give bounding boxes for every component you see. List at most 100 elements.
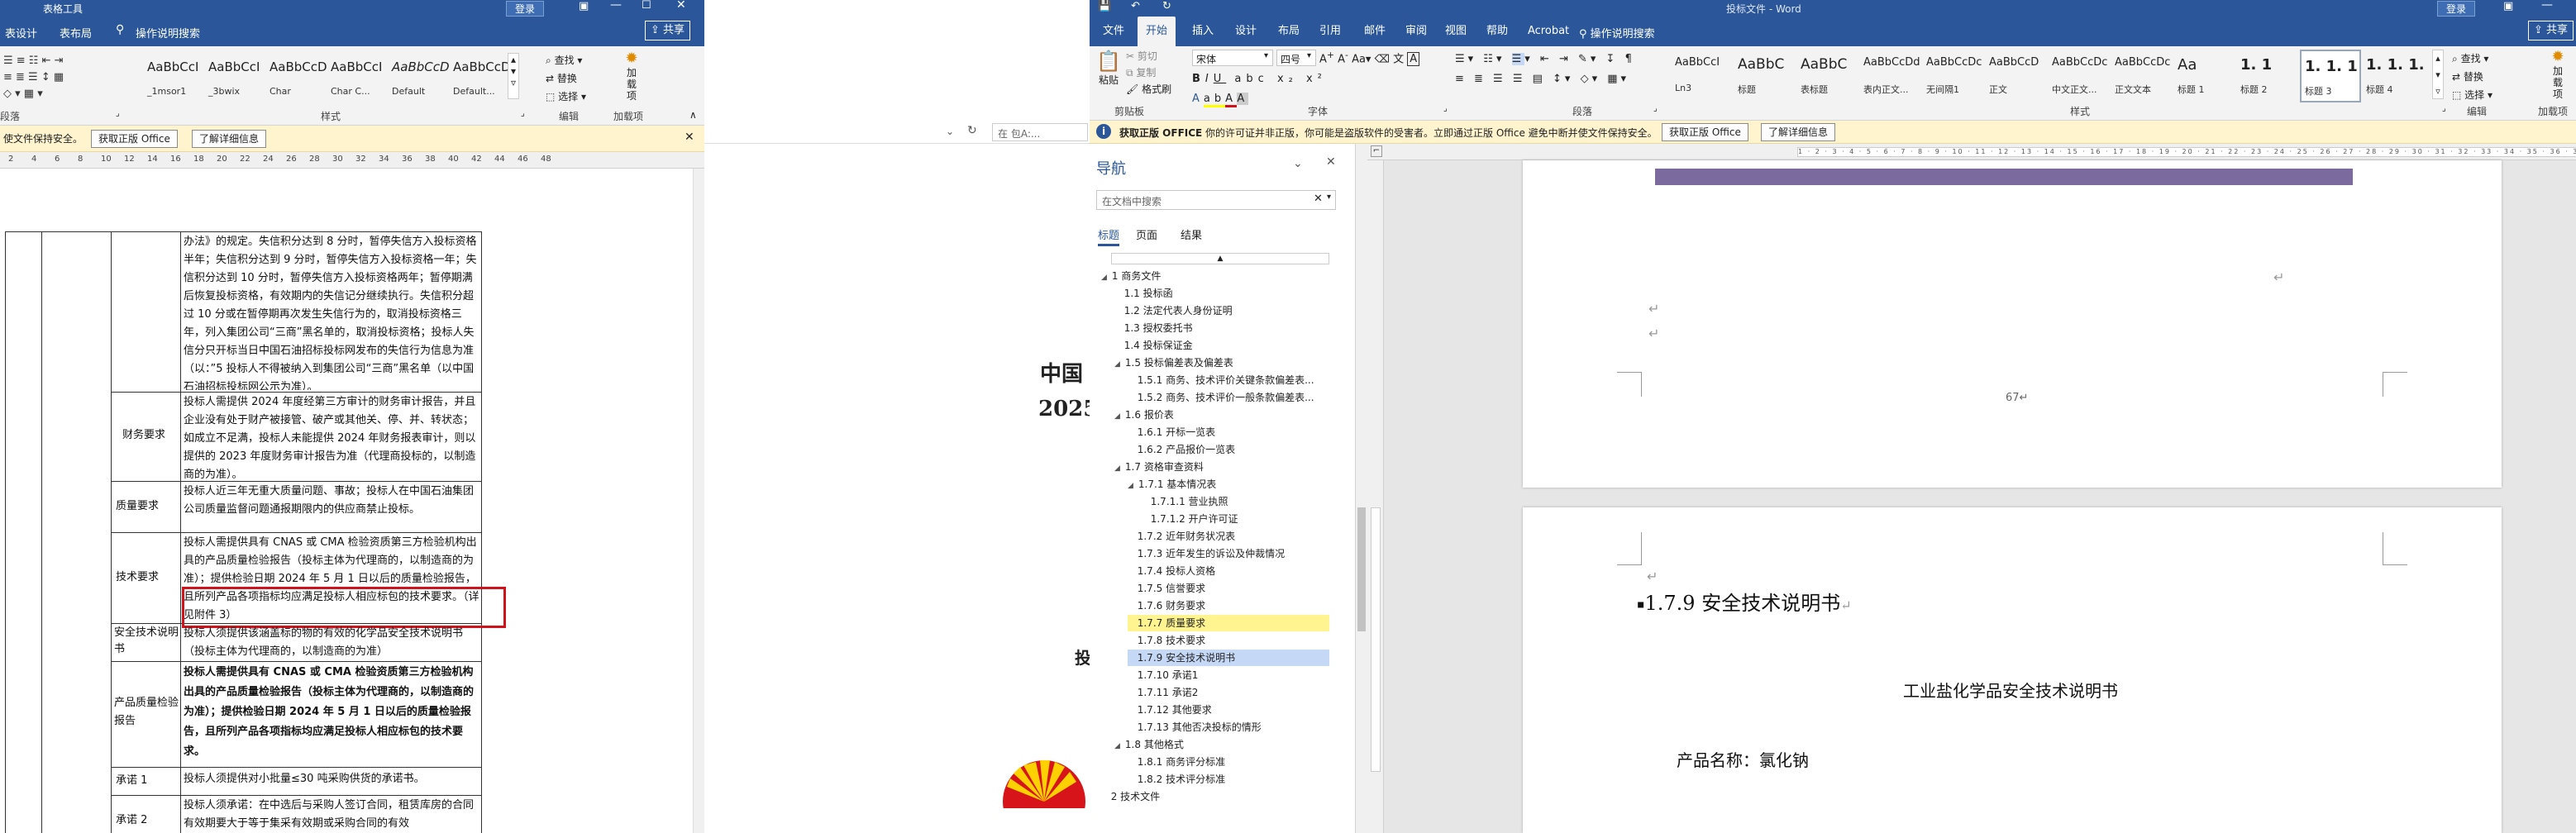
format-painter-button[interactable]: 🖌 格式刷 [1126,81,1171,98]
nav-heading-item[interactable]: 1.7.1.1 营业执照 [1141,493,1329,510]
style-item[interactable]: AaBbCcD Default [389,53,450,106]
nav-heading-item[interactable]: 1.6.2 产品报价一览表 [1128,441,1329,458]
style-item[interactable]: AaBbC 表标题 [1797,50,1858,102]
nav-heading-item[interactable]: 1.7.4 投标人资格 [1128,563,1329,579]
learn-more-button[interactable]: 了解详细信息 [192,130,267,148]
style-item[interactable]: AaBbCcD Char [266,53,327,106]
expand-triangle-icon[interactable] [1114,308,1119,317]
font-name-select[interactable]: 宋体 ▾ [1192,50,1273,66]
nav-splitter-scrollbar[interactable] [1356,144,1367,833]
nav-heading-item[interactable]: 1.8.1 商务评分标准 [1128,754,1329,770]
expand-triangle-icon[interactable] [1128,395,1133,403]
expand-triangle-icon[interactable] [1128,534,1133,542]
nav-heading-item[interactable]: ◢ 1 商务文件 [1101,268,1329,284]
style-item[interactable]: AaBbCcDc Default... [450,53,511,106]
replace-button[interactable]: ⇄ 替换 [2452,68,2510,86]
nav-heading-item[interactable]: ◢ 1.7 资格审查资料 [1114,459,1329,475]
expand-triangle-icon[interactable] [1128,603,1133,612]
bold-icon[interactable]: B [1192,73,1205,85]
table-cell-text[interactable]: 投标人近三年无重大质量问题、事故；投标人在中国石油集团公司质量监督问题通报期限内… [184,483,479,531]
expand-triangle-icon[interactable] [1128,655,1133,664]
nav-heading-item[interactable]: 1.4 投标保证金 [1114,337,1329,354]
strikethrough-icon[interactable]: abc [1234,73,1268,85]
nav-heading-item[interactable]: ◢ 1.6 报价表 [1114,407,1329,423]
tab-2[interactable]: 插入 [1184,17,1222,46]
nav-close-icon[interactable]: ✕ [1326,155,1336,169]
expand-triangle-icon[interactable] [1141,516,1146,525]
nav-heading-item[interactable]: 1.7.12 其他要求 [1128,702,1329,718]
section-heading[interactable]: ▪1.7.9 安全技术说明书↵ [1637,587,1852,616]
share-button[interactable]: ⇪ 共享 [2528,21,2574,40]
expand-triangle-icon[interactable] [1114,291,1119,299]
superscript-icon[interactable]: x² [1306,73,1327,85]
font-size-adjust[interactable]: A+ A- Aa▾ ⌫ 文 A [1319,50,1420,67]
char-shading-icon[interactable]: A [1237,93,1249,105]
select-button[interactable]: ⬚ 选择 ▾ [2452,86,2510,104]
tab-0[interactable]: 文件 [1095,17,1133,46]
ribbon-display-icon[interactable]: ▣ [2503,0,2513,12]
nav-heading-item[interactable]: 1.7.10 承诺1 [1128,667,1329,683]
nav-heading-item[interactable]: 1.7.3 近年发生的诉讼及仲裁情况 [1128,545,1329,562]
tab-1[interactable]: 开始 [1138,17,1176,46]
nav-heading-item[interactable]: 2 技术文件 [1101,788,1329,805]
nav-heading-item[interactable]: 1.3 授权委托书 [1114,320,1329,336]
ribbon-display-icon[interactable]: ▣ [579,0,589,12]
nav-heading-item[interactable]: 1.8.2 技术评分标准 [1128,771,1329,788]
expand-triangle-icon[interactable]: ◢ [1128,482,1133,490]
styles-scroll-icon[interactable]: ▴ ▾ ▿ [508,53,519,99]
tab-3[interactable]: 设计 [1227,17,1265,46]
expand-triangle-icon[interactable] [1128,725,1133,733]
get-office-button[interactable]: 获取正版 Office [1662,123,1748,141]
nav-heading-item[interactable]: 1.5.2 商务、技术评价一般条款偏差表... [1128,389,1329,406]
tab-5[interactable]: 引用 [1311,17,1349,46]
get-office-button[interactable]: 获取正版 Office [91,130,178,148]
tell-me-search[interactable]: ⚲ 操作说明搜索 [1579,25,1655,40]
paste-button[interactable]: 📋 粘贴 [1095,50,1123,87]
paragraph-launcher-icon[interactable]: ⌟ [1653,104,1658,113]
redo-icon[interactable]: ↻ [1162,0,1171,12]
expand-triangle-icon[interactable]: ◢ [1114,360,1120,369]
expand-triangle-icon[interactable]: ◢ [1114,742,1120,750]
expand-triangle-icon[interactable] [1128,690,1133,698]
nav-tab-pages[interactable]: 页面 [1136,226,1157,242]
styles-launcher-icon[interactable]: ⌟ [2442,104,2446,113]
phonetic-icon[interactable]: 文 [1393,53,1404,65]
expand-triangle-icon[interactable] [1128,707,1133,716]
subscript-icon[interactable]: x₂ [1277,73,1298,85]
find-button[interactable]: ⌕ 查找 ▾ [2452,50,2510,68]
expand-triangle-icon[interactable] [1128,447,1133,455]
expand-triangle-icon[interactable] [1128,759,1133,768]
nav-heading-item[interactable]: ◢ 1.5 投标偏差表及偏差表 [1114,355,1329,371]
expand-triangle-icon[interactable]: ◢ [1114,412,1120,421]
nav-heading-item[interactable]: 1.2 法定代表人身份证明 [1114,302,1329,319]
style-item[interactable]: AaBbCcDd 表内正文... [1860,50,1921,102]
style-item[interactable]: AaBbCcDc 中文正文... [2049,50,2110,102]
minimize-icon[interactable]: — [610,0,622,12]
minimize-icon[interactable]: — [2541,0,2553,12]
login-button[interactable]: 登录 [506,1,545,17]
replace-button[interactable]: ⇄ 替换 [546,69,612,88]
styles-launcher-icon[interactable]: ⌟ [521,109,525,118]
italic-icon[interactable]: I [1205,73,1214,85]
paragraph-controls[interactable]: ☰▾ ☷▾ ☰▾ ⇤ ⇥ ✎▾ ↧ ¶ ≡ ≣ ☰ ☰ ▤ ↕▾ ◇▾ ▦▾ [1455,50,1632,89]
left-scrollbar[interactable] [693,169,704,833]
clear-format-icon[interactable]: ⌫ [1375,53,1390,65]
style-item[interactable]: AaBbCcI Ln3 [1672,50,1733,102]
table-cell-text[interactable]: 投标人需提供 2024 年度经第三方审计的财务审计报告，并且企业没有处于财产被接… [184,393,479,479]
expand-triangle-icon[interactable] [1128,586,1133,594]
find-button[interactable]: ⌕ 查找 ▾ [546,51,612,69]
table-cell-text[interactable]: 办法》的规定。失信积分达到 8 分时，暂停失信方入投标资格半年；失信积分达到 9… [184,233,479,390]
message-close-icon[interactable]: ✕ [685,131,694,144]
nav-heading-item[interactable]: ◢ 1.8 其他格式 [1114,736,1329,753]
dropdown-arrow-icon[interactable]: ⌄ [946,126,954,137]
nav-search-input[interactable]: 在文档中搜索 ✕ ▾ [1096,190,1336,210]
highlight-icon[interactable]: ab [1203,93,1226,107]
clear-icon[interactable]: ✕ [1314,193,1323,205]
collapse-ribbon-icon[interactable]: ∧ [689,109,697,121]
style-item[interactable]: AaBbCcDc 正文文本 [2111,50,2173,102]
expand-triangle-icon[interactable]: ◢ [1114,464,1120,473]
expand-triangle-icon[interactable] [1128,673,1133,681]
style-item[interactable]: Aa 标题 1 [2174,50,2235,102]
undo-icon[interactable]: ↶ [1131,0,1140,12]
expand-triangle-icon[interactable] [1101,794,1106,802]
